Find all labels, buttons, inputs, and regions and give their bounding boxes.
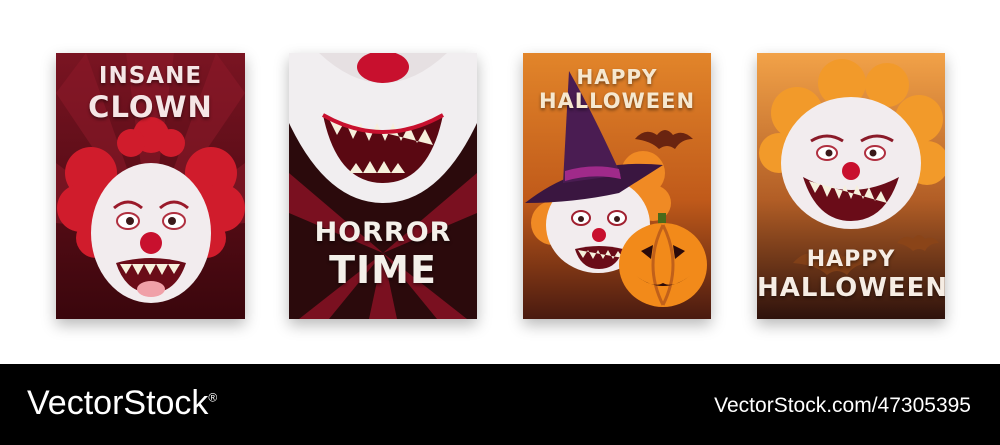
poster-title-line2: TIME: [329, 248, 437, 292]
watermark-bar: VectorStock® VectorStock.com/47305395: [0, 364, 1000, 445]
poster-title-line2: HALLOWEEN: [757, 273, 945, 303]
brand-registered-mark: ®: [208, 390, 218, 405]
image-id-link[interactable]: VectorStock.com/47305395: [714, 394, 971, 418]
poster-title-line1: HAPPY: [806, 247, 896, 272]
poster-title-line1: INSANE: [98, 63, 203, 89]
poster-insane-clown: INSANE CLOWN: [56, 53, 245, 319]
bat-icon: [635, 130, 693, 149]
poster-happy-halloween-clown: HAPPY HALLOWEEN: [757, 53, 945, 319]
poster-happy-halloween-witch: HAPPY HALLOWEEN: [523, 53, 711, 319]
brand-name: VectorStock: [27, 384, 209, 422]
poster-title-line1: HAPPY: [576, 65, 658, 89]
poster-title-line2: CLOWN: [88, 90, 213, 124]
poster-horror-time: HORROR TIME: [289, 53, 477, 319]
poster-title-line2: HALLOWEEN: [538, 89, 696, 113]
poster-title-line1: HORROR: [314, 217, 452, 248]
brand-logo[interactable]: VectorStock®: [27, 384, 217, 423]
